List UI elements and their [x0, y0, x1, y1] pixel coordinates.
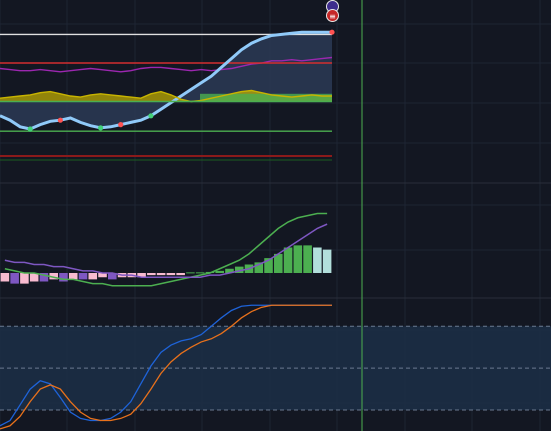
marker-green — [27, 126, 33, 132]
histogram-bar — [10, 273, 19, 284]
histogram-bar — [322, 249, 332, 273]
us-flag-icon[interactable]: ≡ — [326, 9, 339, 22]
histogram-bar — [68, 273, 78, 280]
price-indicator-panel — [0, 29, 335, 161]
oscillator-panel — [0, 304, 551, 430]
histogram-bar — [20, 273, 29, 284]
histogram-bar — [215, 270, 224, 273]
marker-green — [98, 125, 104, 131]
marker-red — [57, 117, 63, 123]
marker-green — [148, 113, 154, 119]
histogram-bar — [283, 247, 293, 273]
area-fill — [0, 32, 332, 130]
histogram-bar — [303, 245, 312, 273]
histogram-bar — [166, 273, 176, 276]
histogram-bar — [78, 273, 88, 280]
histogram-bar — [186, 272, 195, 274]
histogram-bar — [59, 273, 68, 282]
histogram-bar — [195, 272, 205, 274]
histogram-bar — [313, 247, 322, 273]
histogram-bar — [293, 245, 303, 273]
marker-red — [329, 29, 335, 35]
histogram-bar — [156, 273, 166, 276]
histogram-bar — [176, 273, 185, 276]
histogram-bar — [88, 273, 98, 280]
histogram-bar — [274, 253, 283, 273]
histogram-bar — [147, 273, 156, 276]
histogram-bar — [0, 273, 10, 282]
chart-canvas[interactable] — [0, 0, 551, 431]
marker-red — [118, 122, 124, 128]
